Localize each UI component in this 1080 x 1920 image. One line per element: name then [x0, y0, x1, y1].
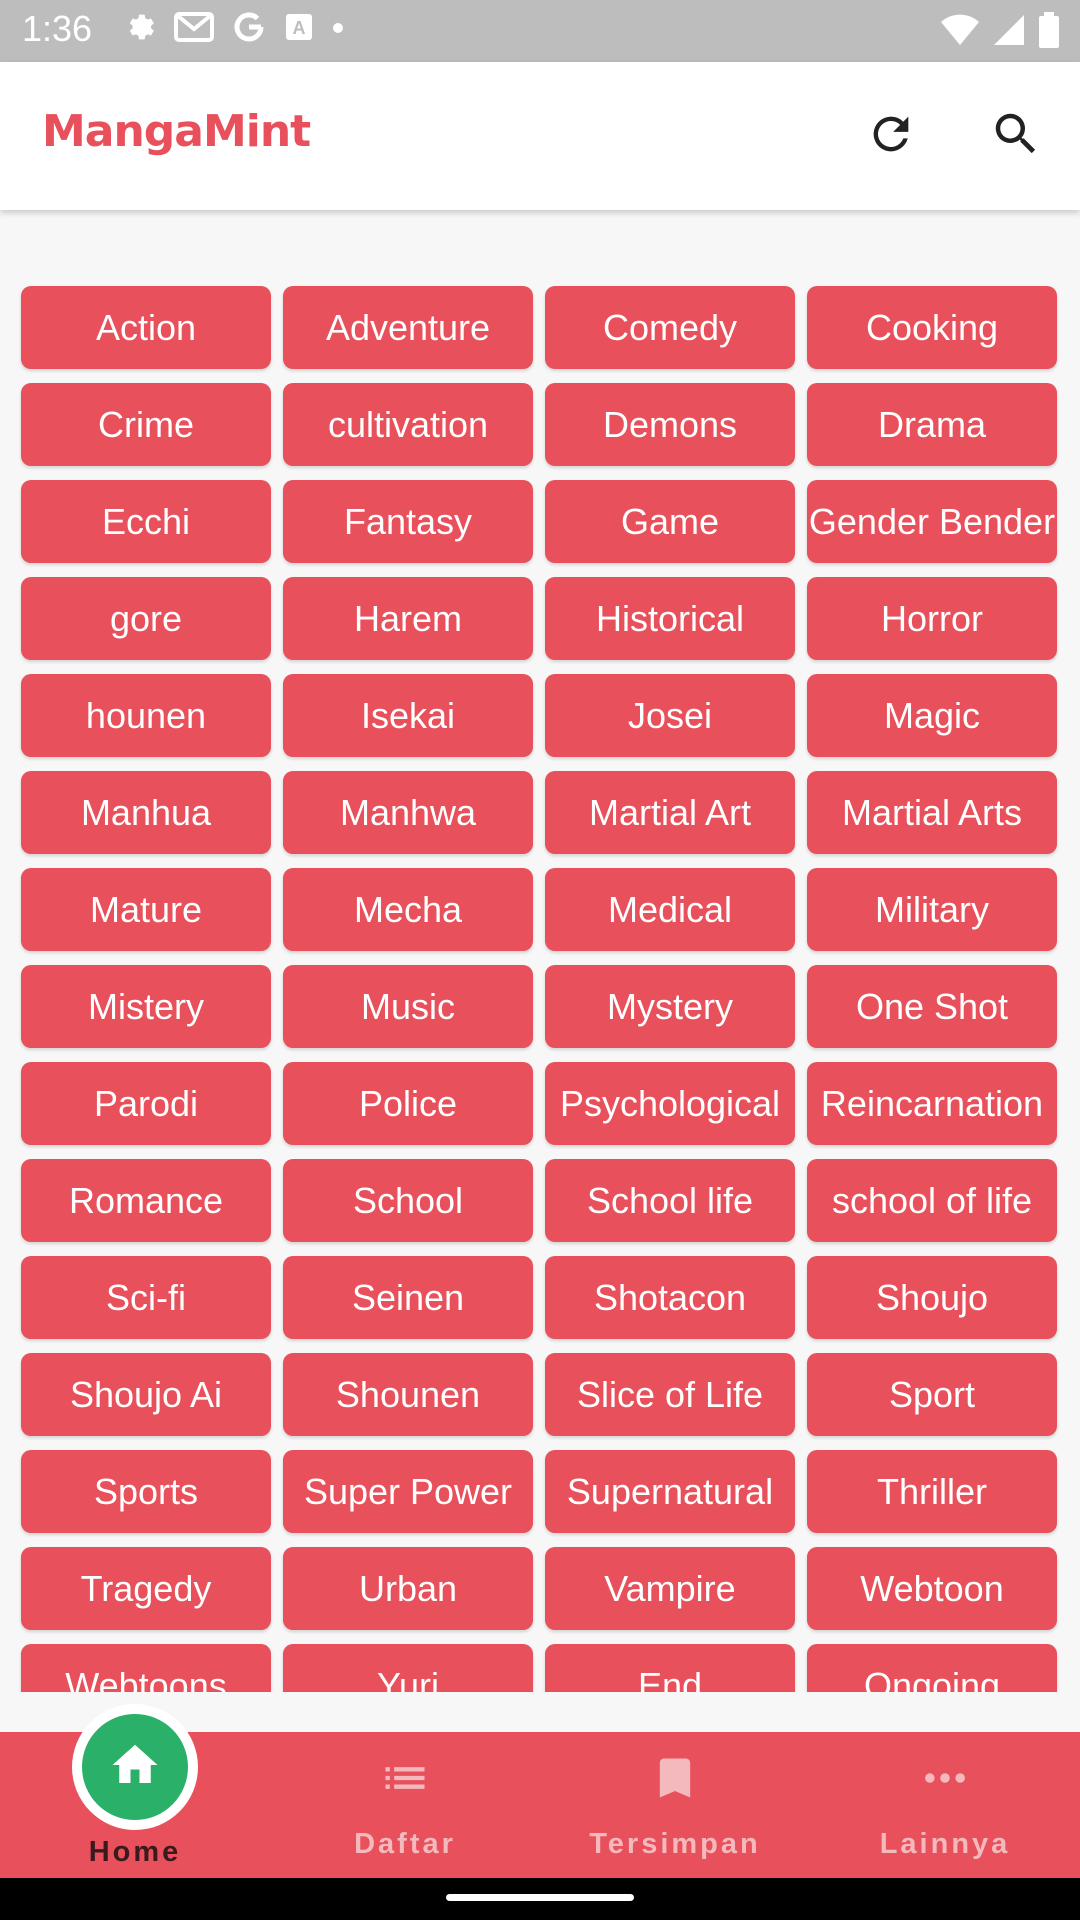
google-icon [232, 10, 266, 49]
gesture-handle[interactable] [446, 1894, 634, 1901]
nav-daftar-label: Daftar [354, 1828, 456, 1860]
genre-chip[interactable]: Isekai [283, 674, 533, 757]
genre-chip[interactable]: Martial Arts [807, 771, 1057, 854]
genre-chip[interactable]: Martial Art [545, 771, 795, 854]
nav-home-label: Home [88, 1836, 182, 1868]
genre-chip[interactable]: Reincarnation [807, 1062, 1057, 1145]
status-bar: 1:36 A [0, 0, 1080, 62]
genre-chip[interactable]: Mystery [545, 965, 795, 1048]
genre-chip[interactable]: Crime [21, 383, 271, 466]
nav-daftar[interactable]: Daftar [270, 1732, 540, 1878]
genre-chip[interactable]: Drama [807, 383, 1057, 466]
genre-chip[interactable]: Ongoing [807, 1644, 1057, 1692]
genre-chip[interactable]: Shoujo [807, 1256, 1057, 1339]
status-system-icons [940, 12, 1060, 53]
genre-chip[interactable]: School life [545, 1159, 795, 1242]
genre-chip[interactable]: Seinen [283, 1256, 533, 1339]
cellular-signal-icon [992, 13, 1026, 52]
svg-text:A: A [293, 18, 306, 38]
genre-chip[interactable]: Manhua [21, 771, 271, 854]
refresh-icon [865, 108, 917, 165]
genre-chip[interactable]: Psychological [545, 1062, 795, 1145]
nav-home[interactable]: Home [0, 1704, 270, 1878]
nav-tersimpan[interactable]: Tersimpan [540, 1732, 810, 1878]
genre-chip[interactable]: Demons [545, 383, 795, 466]
nav-lainnya-label: Lainnya [879, 1828, 1011, 1860]
notification-dot-icon [332, 21, 344, 39]
genre-chip[interactable]: End [545, 1644, 795, 1692]
genre-chip[interactable]: Historical [545, 577, 795, 660]
genre-chip[interactable]: Action [21, 286, 271, 369]
genre-chip[interactable]: cultivation [283, 383, 533, 466]
genre-chip[interactable]: Medical [545, 868, 795, 951]
nav-tersimpan-label: Tersimpan [589, 1828, 761, 1860]
home-icon [108, 1738, 162, 1797]
genre-chip[interactable]: Slice of Life [545, 1353, 795, 1436]
genre-chip[interactable]: Tragedy [21, 1547, 271, 1630]
genre-chip[interactable]: Romance [21, 1159, 271, 1242]
genre-chip[interactable]: Comedy [545, 286, 795, 369]
genre-chip[interactable]: Horror [807, 577, 1057, 660]
genre-chip[interactable]: Vampire [545, 1547, 795, 1630]
genre-chip[interactable]: Mistery [21, 965, 271, 1048]
genre-chip[interactable]: Josei [545, 674, 795, 757]
genre-chip[interactable]: Mecha [283, 868, 533, 951]
genre-chip[interactable]: Sports [21, 1450, 271, 1533]
genre-chip[interactable]: Ecchi [21, 480, 271, 563]
genre-chip[interactable]: Manhwa [283, 771, 533, 854]
genre-chip[interactable]: Super Power [283, 1450, 533, 1533]
translate-icon: A [284, 12, 314, 47]
refresh-button[interactable] [857, 102, 925, 170]
genre-chip[interactable]: Sport [807, 1353, 1057, 1436]
genre-chip[interactable]: Webtoon [807, 1547, 1057, 1630]
genre-chip[interactable]: hounen [21, 674, 271, 757]
genre-chip[interactable]: Fantasy [283, 480, 533, 563]
system-navigation-bar [0, 1878, 1080, 1920]
app-logo: MangaMint [42, 106, 311, 157]
nav-lainnya[interactable]: Lainnya [810, 1732, 1080, 1878]
genre-chip[interactable]: Mature [21, 868, 271, 951]
wifi-icon [940, 13, 980, 52]
genre-chip[interactable]: Shounen [283, 1353, 533, 1436]
app-bar: MangaMint [0, 62, 1080, 210]
genre-chip[interactable]: Magic [807, 674, 1057, 757]
genre-chip[interactable]: School [283, 1159, 533, 1242]
search-icon [989, 107, 1043, 166]
genre-chip[interactable]: Sci-fi [21, 1256, 271, 1339]
genre-chip[interactable]: Shotacon [545, 1256, 795, 1339]
bookmark-icon [649, 1752, 701, 1809]
genre-chip[interactable]: Police [283, 1062, 533, 1145]
genre-chip[interactable]: Webtoons [21, 1644, 271, 1692]
genre-chip[interactable]: Shoujo Ai [21, 1353, 271, 1436]
home-active-indicator [72, 1704, 198, 1830]
more-horizontal-icon [919, 1752, 971, 1809]
genre-chip[interactable]: Military [807, 868, 1057, 951]
list-icon [379, 1752, 431, 1809]
search-button[interactable] [982, 102, 1050, 170]
genre-list[interactable]: Action Adventure Comedy Cooking Crime cultiva… [0, 210, 1080, 1692]
genre-grid: Action Adventure Comedy Cooking Crime cultiva… [21, 286, 1057, 1692]
genre-chip[interactable]: Harem [283, 577, 533, 660]
genre-chip[interactable]: gore [21, 577, 271, 660]
genre-chip[interactable]: Parodi [21, 1062, 271, 1145]
status-time: 1:36 [22, 8, 93, 49]
battery-icon [1038, 12, 1060, 53]
genre-chip[interactable]: Game [545, 480, 795, 563]
bottom-navigation: Home Daftar Tersimpan Lainnya [0, 1704, 1080, 1878]
genre-chip[interactable]: Thriller [807, 1450, 1057, 1533]
gmail-icon [174, 12, 214, 47]
genre-chip[interactable]: Yuri [283, 1644, 533, 1692]
settings-gear-icon [122, 10, 156, 49]
genre-chip[interactable]: Urban [283, 1547, 533, 1630]
genre-chip[interactable]: Cooking [807, 286, 1057, 369]
status-notification-icons: A [122, 10, 344, 49]
genre-chip[interactable]: Supernatural [545, 1450, 795, 1533]
genre-chip[interactable]: Gender Bender [807, 480, 1057, 563]
genre-chip[interactable]: Music [283, 965, 533, 1048]
genre-chip[interactable]: One Shot [807, 965, 1057, 1048]
genre-chip[interactable]: school of life [807, 1159, 1057, 1242]
genre-chip[interactable]: Adventure [283, 286, 533, 369]
